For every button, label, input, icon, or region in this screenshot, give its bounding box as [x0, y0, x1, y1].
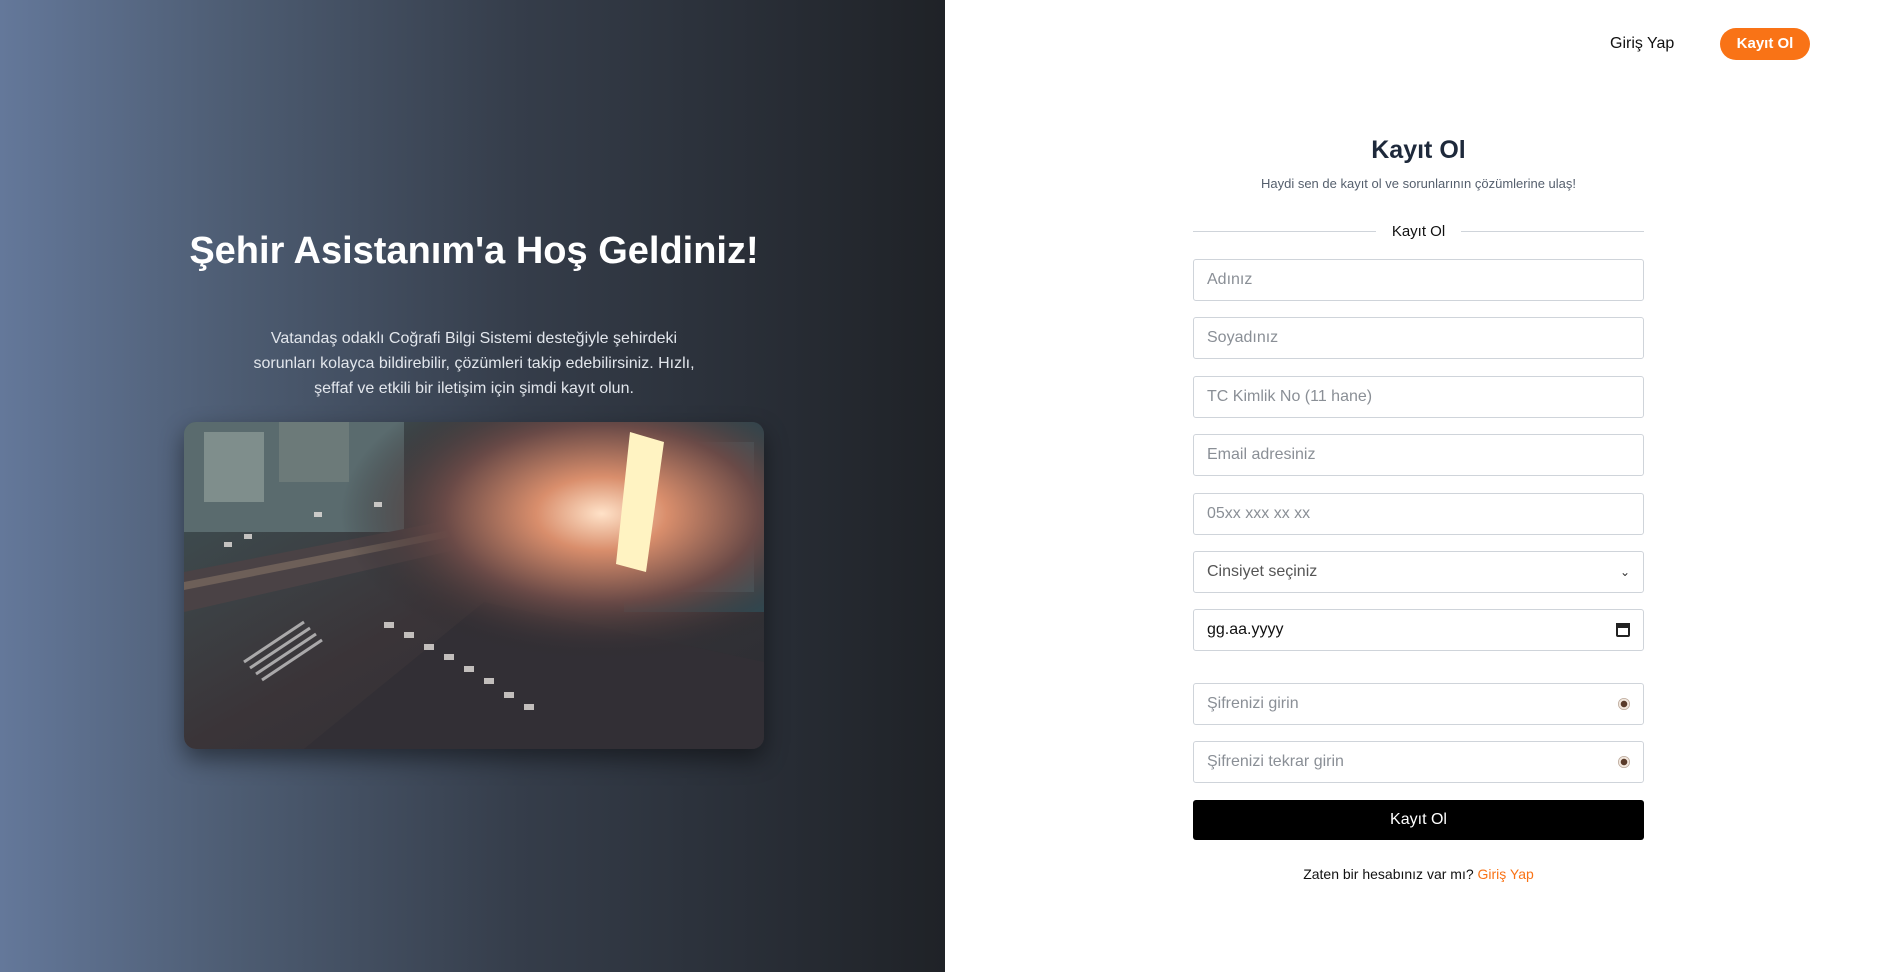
tc-id-placeholder: TC Kimlik No (11 hane)	[1207, 388, 1373, 405]
gender-select[interactable]: Cinsiyet seçiniz ⌄	[1193, 551, 1644, 593]
login-prompt: Zaten bir hesabınız var mı? Giriş Yap	[1193, 866, 1644, 882]
birth-date-value: gg.aa.yyyy	[1207, 621, 1284, 638]
nav-signup-button[interactable]: Kayıt Ol	[1720, 28, 1810, 60]
password-repeat-placeholder: Şifrenizi tekrar girin	[1207, 753, 1344, 770]
email-input[interactable]: Email adresiniz	[1193, 434, 1644, 476]
divider-line-right	[1461, 230, 1645, 232]
login-prompt-text: Zaten bir hesabınız var mı?	[1303, 866, 1474, 882]
city-intersection-image	[184, 422, 764, 749]
login-link[interactable]: Giriş Yap	[1478, 866, 1534, 882]
eye-icon[interactable]	[1618, 756, 1630, 768]
gender-selected-value: Cinsiyet seçiniz	[1207, 563, 1318, 580]
calendar-icon[interactable]	[1616, 623, 1630, 637]
email-placeholder: Email adresiniz	[1207, 446, 1316, 463]
phone-input[interactable]: 05xx xxx xx xx	[1193, 493, 1644, 535]
password-repeat-input[interactable]: Şifrenizi tekrar girin	[1193, 741, 1644, 783]
form-divider: Kayıt Ol	[1193, 221, 1645, 241]
phone-placeholder: 05xx xxx xx xx	[1207, 505, 1311, 522]
last-name-placeholder: Soyadınız	[1207, 329, 1279, 346]
eye-icon[interactable]	[1618, 698, 1630, 710]
tc-id-input[interactable]: TC Kimlik No (11 hane)	[1193, 376, 1644, 418]
welcome-panel: Şehir Asistanım'a Hoş Geldiniz! Vatandaş…	[0, 0, 945, 972]
divider-line-left	[1193, 230, 1376, 232]
password-input[interactable]: Şifrenizi girin	[1193, 683, 1644, 725]
divider-label: Kayıt Ol	[1391, 222, 1446, 240]
last-name-input[interactable]: Soyadınız	[1193, 317, 1644, 359]
form-subtitle: Haydi sen de kayıt ol ve sorunlarının çö…	[1260, 176, 1577, 191]
password-placeholder: Şifrenizi girin	[1207, 695, 1299, 712]
register-submit-button[interactable]: Kayıt Ol	[1193, 800, 1644, 840]
birth-date-input[interactable]: gg.aa.yyyy	[1193, 609, 1644, 651]
form-title: Kayıt Ol	[1371, 136, 1466, 164]
welcome-title: Şehir Asistanım'a Hoş Geldiniz!	[189, 230, 759, 272]
welcome-description: Vatandaş odaklı Coğrafi Bilgi Sistemi de…	[253, 330, 695, 397]
first-name-placeholder: Adınız	[1207, 271, 1253, 288]
chevron-down-icon: ⌄	[1619, 565, 1630, 579]
nav-login-link[interactable]: Giriş Yap	[1610, 33, 1674, 55]
first-name-input[interactable]: Adınız	[1193, 259, 1644, 301]
